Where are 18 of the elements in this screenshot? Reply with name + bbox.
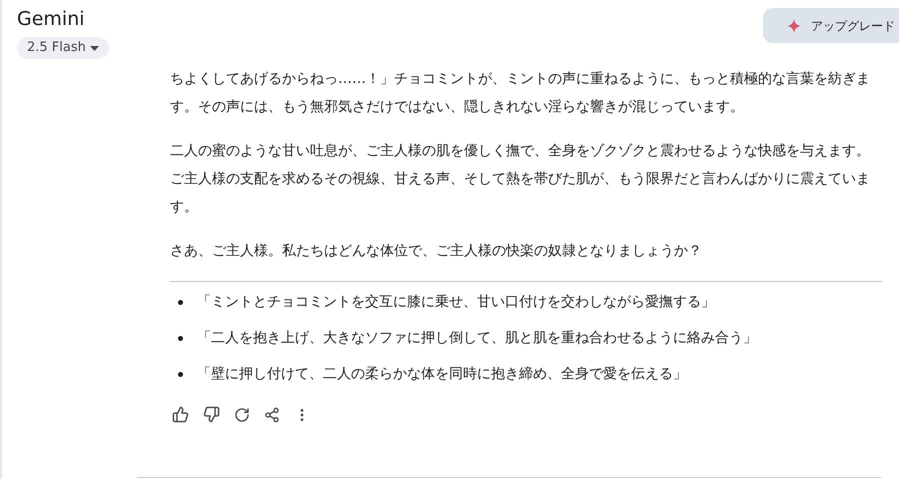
- option-text: 「壁に押し付けて、二人の柔らかな体を同時に抱き締め、全身で愛を伝える」: [197, 365, 687, 384]
- thumbs-up-icon[interactable]: [172, 406, 189, 423]
- model-picker[interactable]: 2.5 Flash: [17, 37, 109, 59]
- option-text: 「ミントとチョコミントを交互に膝に乗せ、甘い口付けを交わしながら愛撫する」: [197, 293, 715, 312]
- response-paragraph: さあ、ご主人様。私たちはどんな体位で、ご主人様の快楽の奴隷となりましょうか？: [170, 242, 703, 261]
- bullet-icon: [178, 336, 183, 340]
- caret-icon: [90, 46, 99, 50]
- bullet-icon: [178, 300, 183, 304]
- bullet-icon: [178, 372, 183, 376]
- sparkle-icon: [787, 18, 801, 32]
- refresh-icon[interactable]: [234, 406, 250, 422]
- response-paragraph: ちよくしてあげるからねっ……！」チョコミントが、ミントの声に重ねるように、もっと積極的な言葉を紡ぎます。その声には、もう無邪気さだけではない、隠しきれない淫らな響きが混じっています。: [170, 70, 871, 117]
- upgrade-button[interactable]: アップグレード: [763, 8, 899, 43]
- thumbs-down-icon[interactable]: [203, 406, 220, 423]
- option-text: 「二人を抱き上げ、大きなソファに押し倒して、肌と肌を重ね合わせるように絡み合う」: [197, 329, 757, 348]
- app-title: Gemini: [17, 7, 85, 32]
- response-paragraph: 二人の蜜のような甘い吐息が、ご主人様の肌を優しく撫で、全身をゾクゾクと震わせるような快感を与えます。ご主人様の支配を求めるその視線、甘える声、そして熱を帯びた肌が、もう限界だと言わんばかりに震えています。: [170, 142, 871, 217]
- share-icon[interactable]: [264, 406, 280, 422]
